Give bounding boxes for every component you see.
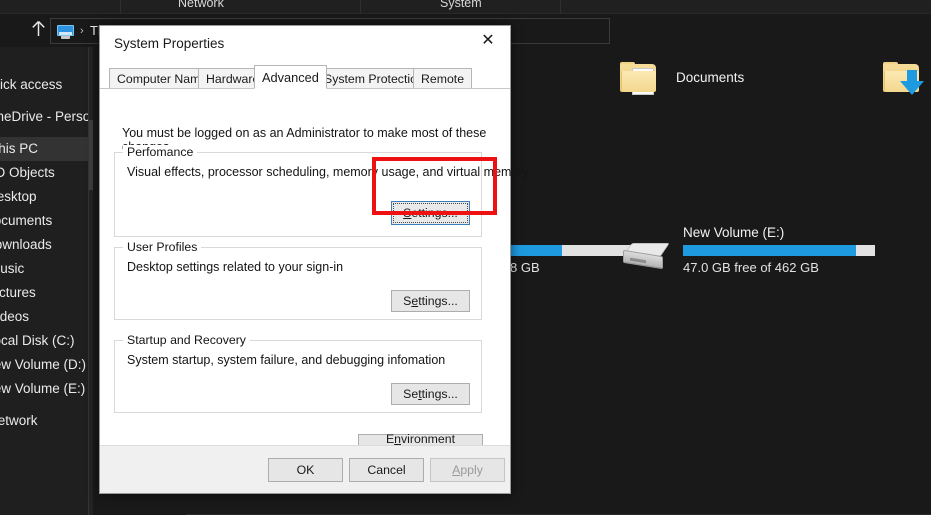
cancel-button-label: Cancel [367, 463, 406, 477]
ribbon-tab-system[interactable]: System [440, 0, 482, 10]
dialog-title-bar[interactable]: System Properties ✕ [100, 26, 510, 64]
settings-button-startup-recovery[interactable]: Settings... [391, 383, 470, 405]
startup-recovery-description: System startup, system failure, and debu… [127, 353, 446, 367]
sidebar-item-label: Quick access [0, 77, 63, 92]
sidebar-item-music[interactable]: Music [0, 257, 88, 281]
ok-button[interactable]: OK [268, 458, 343, 482]
sidebar-item-label: Network [0, 413, 38, 428]
sidebar-item-label: 3D Objects [0, 165, 55, 180]
ribbon-divider [120, 0, 121, 13]
performance-description: Visual effects, processor scheduling, me… [127, 165, 529, 179]
ribbon-divider [360, 0, 361, 13]
settings-button-label: Settings... [403, 206, 458, 220]
sidebar-item-quick-access[interactable]: Quick access [0, 73, 88, 97]
dialog-footer: OK Cancel Apply [100, 445, 510, 493]
user-profiles-group-label: User Profiles [123, 240, 202, 254]
sidebar-item-label: Music [0, 261, 25, 276]
settings-button-performance[interactable]: Settings... [391, 201, 470, 225]
drive-label: New Volume (E:) [683, 225, 785, 240]
sidebar-item-label: Pictures [0, 285, 36, 300]
sidebar-item-label: OneDrive - Personal [0, 109, 88, 124]
ok-button-label: OK [296, 463, 315, 477]
startup-recovery-group: Startup and Recovery System startup, sys… [114, 333, 482, 413]
sidebar-item-videos[interactable]: Videos [0, 305, 88, 329]
startup-recovery-group-label: Startup and Recovery [123, 333, 250, 347]
sidebar-item-network[interactable]: Network [0, 409, 88, 433]
advanced-tab-page: You must be logged on as an Administrato… [100, 88, 529, 483]
apply-button: Apply [430, 458, 505, 482]
this-pc-icon [57, 25, 74, 39]
breadcrumb-separator: › [80, 25, 84, 37]
folder-label: Documents [676, 70, 745, 85]
settings-button-label: Settings... [403, 294, 458, 308]
sidebar-item-label: Local Disk (C:) [0, 333, 75, 348]
drive-free-space: 8 GB [510, 260, 540, 275]
cancel-button[interactable]: Cancel [349, 458, 424, 482]
sidebar-item-desktop[interactable]: Desktop [0, 185, 88, 209]
ribbon-tab-network[interactable]: Network [178, 0, 224, 10]
close-icon[interactable]: ✕ [466, 26, 510, 56]
sidebar-item-downloads[interactable]: Downloads [0, 233, 88, 257]
sidebar-item-documents[interactable]: Documents [0, 209, 88, 233]
performance-group-label: Perfomance [123, 145, 198, 159]
sidebar-item-onedrive[interactable]: OneDrive - Personal [0, 105, 88, 129]
drive-free-space: 47.0 GB free of 462 GB [683, 260, 819, 275]
user-profiles-group: User Profiles Desktop settings related t… [114, 240, 482, 320]
sidebar-item-pictures[interactable]: Pictures [0, 281, 88, 305]
sidebar-item-label: Videos [0, 309, 30, 324]
documents-folder-icon [620, 62, 658, 95]
sidebar-item-label: Documents [0, 213, 53, 228]
sidebar-item-label: This PC [0, 141, 39, 156]
settings-button-label: Settings... [403, 387, 458, 401]
sidebar-item-label: New Volume (D:) [0, 357, 87, 372]
user-profiles-description: Desktop settings related to your sign-in [127, 260, 344, 274]
system-properties-dialog: System Properties ✕ Computer Name Hardwa… [99, 25, 529, 494]
downloads-folder-icon [883, 62, 924, 95]
sidebar-item-this-pc[interactable]: This PC [0, 137, 88, 161]
tab-remote[interactable]: Remote [413, 68, 473, 89]
tab-advanced[interactable]: Advanced [254, 65, 327, 89]
sidebar-item-new-volume-d[interactable]: New Volume (D:) [0, 353, 88, 377]
settings-button-user-profiles[interactable]: Settings... [391, 290, 470, 312]
ribbon-divider [560, 0, 561, 13]
performance-group: Perfomance Visual effects, processor sch… [114, 145, 529, 237]
dialog-title: System Properties [114, 36, 225, 51]
up-arrow-icon[interactable] [31, 20, 46, 47]
sidebar-item-label: Downloads [0, 237, 52, 252]
navigation-pane: Quick access OneDrive - Personal This PC… [0, 47, 88, 515]
drive-usage-bar [683, 245, 875, 256]
sidebar-item-label: New Volume (E:) [0, 381, 86, 396]
dialog-tab-strip: Computer Name Hardware Advanced System P… [100, 64, 510, 89]
apply-button-label: Apply [452, 463, 483, 477]
sidebar-item-3d-objects[interactable]: 3D Objects [0, 161, 88, 185]
sidebar-item-new-volume-e[interactable]: New Volume (E:) [0, 377, 88, 401]
hard-drive-icon [622, 239, 670, 273]
sidebar-item-local-disk-c[interactable]: Local Disk (C:) [0, 329, 88, 353]
sidebar-item-label: Desktop [0, 189, 37, 204]
ribbon-tab-strip: Network System [0, 0, 931, 14]
drive-usage-bar [510, 245, 632, 256]
